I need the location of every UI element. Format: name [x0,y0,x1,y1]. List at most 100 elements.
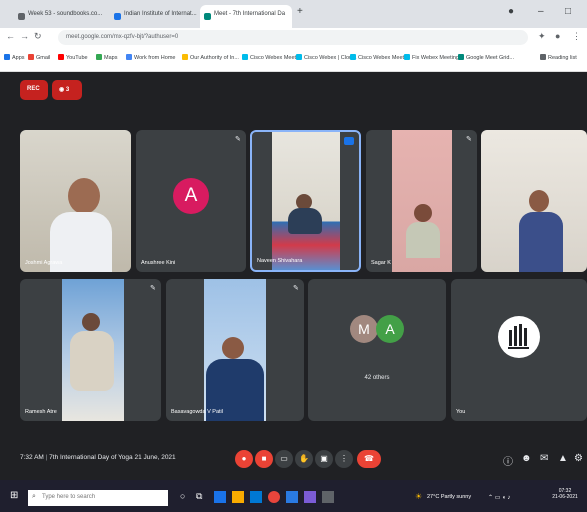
bookmark-apps[interactable]: Apps [4,54,25,61]
participant-tile[interactable] [481,130,587,272]
bookmark-authority[interactable]: Our Authority of In... [182,54,239,61]
browser-tab-bar: Week 53 - soundbooks.co... Indian Instit… [0,0,587,28]
weather-icon: ☀ [415,492,423,501]
participant-tile[interactable]: ✎ Ramesh Atre [20,279,161,421]
tab-favicon-icon [204,13,211,20]
app-icon[interactable] [322,491,334,503]
bookmark-webex-2[interactable]: Cisco Webex | Clou... [296,54,357,61]
browser-tab-active[interactable]: Meet - 7th International Da [200,5,292,28]
task-view-icon[interactable]: ⧉ [196,491,208,503]
bookmark-maps[interactable]: Maps [96,54,117,61]
browser-tab-2[interactable]: Indian Institute of Internat... [110,5,198,28]
rec-label: REC [27,86,40,92]
chat-icon[interactable]: ✉ [540,453,548,464]
avatar: M [350,315,378,343]
search-placeholder: Type here to search [42,494,96,500]
captions-button[interactable]: ▭ [275,450,293,468]
reload-icon[interactable]: ↻ [34,31,42,42]
maximize-icon[interactable]: □ [565,6,571,17]
tab-label: Week 53 - soundbooks.co... [28,11,103,17]
bookmark-gmail[interactable]: Gmail [28,54,50,61]
more-options-button[interactable]: ⋮ [335,450,353,468]
participant-video-face [414,204,432,222]
participant-tile[interactable]: Joshmi Agrawa [20,130,131,272]
search-icon: ⌕ [32,493,36,500]
meeting-time: 7:32 AM [20,454,44,461]
teams-icon[interactable] [304,491,316,503]
participant-name: Anushree Kini [141,260,176,266]
profile-dot-icon[interactable]: ● [508,6,514,17]
mail-icon[interactable] [286,491,298,503]
menu-icon[interactable]: ⋮ [572,31,581,42]
viewer-count: 3 [65,87,70,93]
participant-video-face [68,178,100,214]
participant-name: Sagar K [371,260,391,266]
tray-icons[interactable]: ⌃ ▭ ◖ ♪ [488,494,510,501]
weather-text[interactable]: 27°C Partly sunny [427,494,471,500]
bookmark-webex-3[interactable]: Cisco Webex Meeti... [350,54,410,61]
file-explorer-icon[interactable] [232,491,244,503]
bookmark-webex-4[interactable]: Fix Webex Meeting... [404,54,464,61]
leave-call-button[interactable]: ☎ [357,450,381,468]
taskbar-search-input[interactable]: ⌕ Type here to search [28,490,168,506]
forward-icon[interactable]: → [20,31,29,41]
raise-hand-button[interactable]: ✋ [295,450,313,468]
participant-tile[interactable]: ✎ Basavagowda V Patil [166,279,304,421]
speaking-indicator-icon [344,137,354,145]
tab-favicon-icon [18,13,25,20]
extensions-icon[interactable]: ✦ [538,31,546,42]
mic-off-icon: ✎ [466,136,472,143]
camera-toggle-button[interactable]: ■ [255,450,273,468]
store-icon[interactable] [250,491,262,503]
bookmark-meet-grid[interactable]: Google Meet Grid... [458,54,514,61]
present-button[interactable]: ▣ [315,450,333,468]
cortana-icon[interactable]: ○ [180,491,192,503]
mic-off-icon: ✎ [150,285,156,292]
back-icon[interactable]: ← [6,31,15,41]
mic-toggle-button[interactable]: ● [235,450,253,468]
avatar: A [376,315,404,343]
info-icon[interactable]: ⓘ [503,453,513,468]
address-bar[interactable]: meet.google.com/mx-qzfv-bjt/?authuser=0 [58,30,528,45]
participant-tile[interactable]: ✎ Sagar K [366,130,477,272]
meeting-details: 7:32 AM | 7th International Day of Yoga … [20,454,176,461]
meeting-title: 7th International Day of Yoga 21 June, 2… [49,454,176,461]
clock-date: 21-06-2021 [552,494,578,500]
participant-video-face [82,313,100,331]
viewer-count-badge[interactable]: ◉ 3 [52,80,82,100]
bookmark-webex-1[interactable]: Cisco Webex Meeti... [242,54,302,61]
mic-off-icon: ✎ [293,285,299,292]
participant-video-face [529,190,549,212]
bookmark-youtube[interactable]: YouTube [58,54,88,61]
participant-video-body [519,212,563,272]
tab-favicon-icon [114,13,121,20]
lock-icon[interactable]: ⚙ [574,453,583,464]
logo-bars-icon [508,324,529,349]
bookmark-work-from-home[interactable]: Work from Home [126,54,175,61]
participant-name: Ramesh Atre [25,409,57,415]
bookmark-reading-list[interactable]: Reading list [540,54,577,61]
activities-icon[interactable]: ▲ [558,453,568,464]
taskbar-clock[interactable]: 07:32 21-06-2021 [548,488,582,500]
recording-badge[interactable]: REC [20,80,48,100]
others-tile[interactable]: M A 42 others [308,279,446,421]
new-tab-button[interactable]: + [297,6,303,17]
participant-name: Joshmi Agrawa [25,260,63,266]
profile-icon[interactable]: ● [555,31,560,41]
participant-name: Basavagowda V Patil [171,409,223,415]
participant-tile-active-speaker[interactable]: Naveen Shivahara [250,130,361,272]
participant-tile[interactable]: A ✎ Anushree Kini [136,130,246,272]
participant-video-body [70,331,114,391]
chrome-icon[interactable] [268,491,280,503]
tab-label: Meet - 7th International Da [214,11,286,17]
participant-name: Naveen Shivahara [257,258,303,264]
self-tile[interactable]: You [451,279,587,421]
edge-icon[interactable] [214,491,226,503]
minimize-icon[interactable]: – [538,6,544,17]
browser-tab-1[interactable]: Week 53 - soundbooks.co... [14,5,108,28]
participant-name: You [456,409,466,415]
viewer-icon: ◉ [59,87,66,93]
people-icon[interactable]: ☻ [521,453,532,464]
avatar: A [173,178,209,214]
windows-start-icon[interactable]: ⊞ [10,490,18,501]
